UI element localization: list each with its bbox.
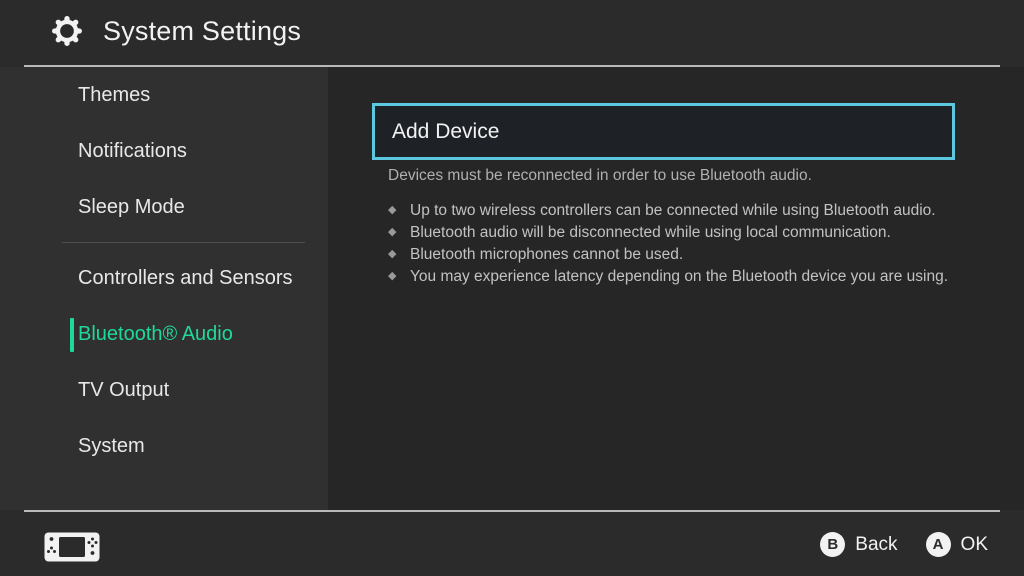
header-bar: System Settings <box>0 0 1024 67</box>
diamond-bullet-icon: ◆ <box>388 204 397 216</box>
button-a-icon: A <box>925 532 951 557</box>
footer-divider <box>24 510 1000 512</box>
sidebar-item-label: Themes <box>78 84 151 106</box>
reconnect-notice: Devices must be reconnected in order to … <box>388 167 812 184</box>
header-title-group: System Settings <box>48 12 301 50</box>
system-settings-screen: System Settings Themes Notifications Sleep… <box>0 0 1024 576</box>
sidebar-item-bluetooth-audio[interactable]: Bluetooth® Audio <box>0 306 328 362</box>
sidebar-item-themes[interactable]: Themes <box>0 67 328 123</box>
info-list-item-text: You may experience latency depending on … <box>410 268 948 285</box>
info-list-item: ◆ Bluetooth microphones cannot be used. <box>388 244 958 265</box>
main-content: Add Device Devices must be reconnected i… <box>328 67 1024 510</box>
sidebar-item-system[interactable]: System <box>0 418 328 474</box>
button-b-icon: B <box>820 532 846 557</box>
sidebar-item-tv-output[interactable]: TV Output <box>0 362 328 418</box>
sidebar-item-notifications[interactable]: Notifications <box>0 123 328 179</box>
sidebar-item-label: System <box>78 435 145 457</box>
add-device-label: Add Device <box>392 120 500 143</box>
info-list-item-text: Bluetooth microphones cannot be used. <box>410 246 684 263</box>
footer-action-label: OK <box>960 534 988 555</box>
sidebar-selection-indicator <box>70 318 74 352</box>
settings-sidebar[interactable]: Themes Notifications Sleep Mode Controllers… <box>0 67 328 510</box>
bluetooth-info-list: ◆ Up to two wireless controllers can be c… <box>388 200 958 288</box>
info-list-item-text: Bluetooth audio will be disconnected whi… <box>410 224 891 241</box>
diamond-bullet-icon: ◆ <box>388 270 397 282</box>
footer-action-back[interactable]: B Back <box>820 532 898 557</box>
sidebar-item-label: Bluetooth® Audio <box>78 323 233 345</box>
add-device-button[interactable]: Add Device <box>372 103 955 160</box>
info-list-item: ◆ You may experience latency depending on… <box>388 266 958 287</box>
sidebar-item-label: TV Output <box>78 379 170 401</box>
sidebar-item-label: Controllers and Sensors <box>78 267 293 289</box>
footer-action-ok[interactable]: A OK <box>925 532 988 557</box>
switch-console-icon <box>44 532 100 562</box>
footer-actions: B Back A OK <box>820 532 988 557</box>
sidebar-divider <box>62 242 305 243</box>
page-title: System Settings <box>103 15 302 46</box>
info-list-item-text: Up to two wireless controllers can be co… <box>410 202 936 219</box>
sidebar-item-label: Notifications <box>78 140 187 162</box>
footer-action-label: Back <box>855 534 898 555</box>
diamond-bullet-icon: ◆ <box>388 248 397 260</box>
footer-bar: B Back A OK <box>0 510 1024 576</box>
info-list-item: ◆ Bluetooth audio will be disconnected wh… <box>388 222 958 243</box>
gear-icon <box>52 15 82 46</box>
sidebar-item-label: Sleep Mode <box>78 196 185 218</box>
info-list-item: ◆ Up to two wireless controllers can be c… <box>388 200 958 221</box>
sidebar-item-sleep-mode[interactable]: Sleep Mode <box>0 179 328 235</box>
sidebar-item-controllers-and-sensors[interactable]: Controllers and Sensors <box>0 250 328 306</box>
diamond-bullet-icon: ◆ <box>388 226 397 238</box>
